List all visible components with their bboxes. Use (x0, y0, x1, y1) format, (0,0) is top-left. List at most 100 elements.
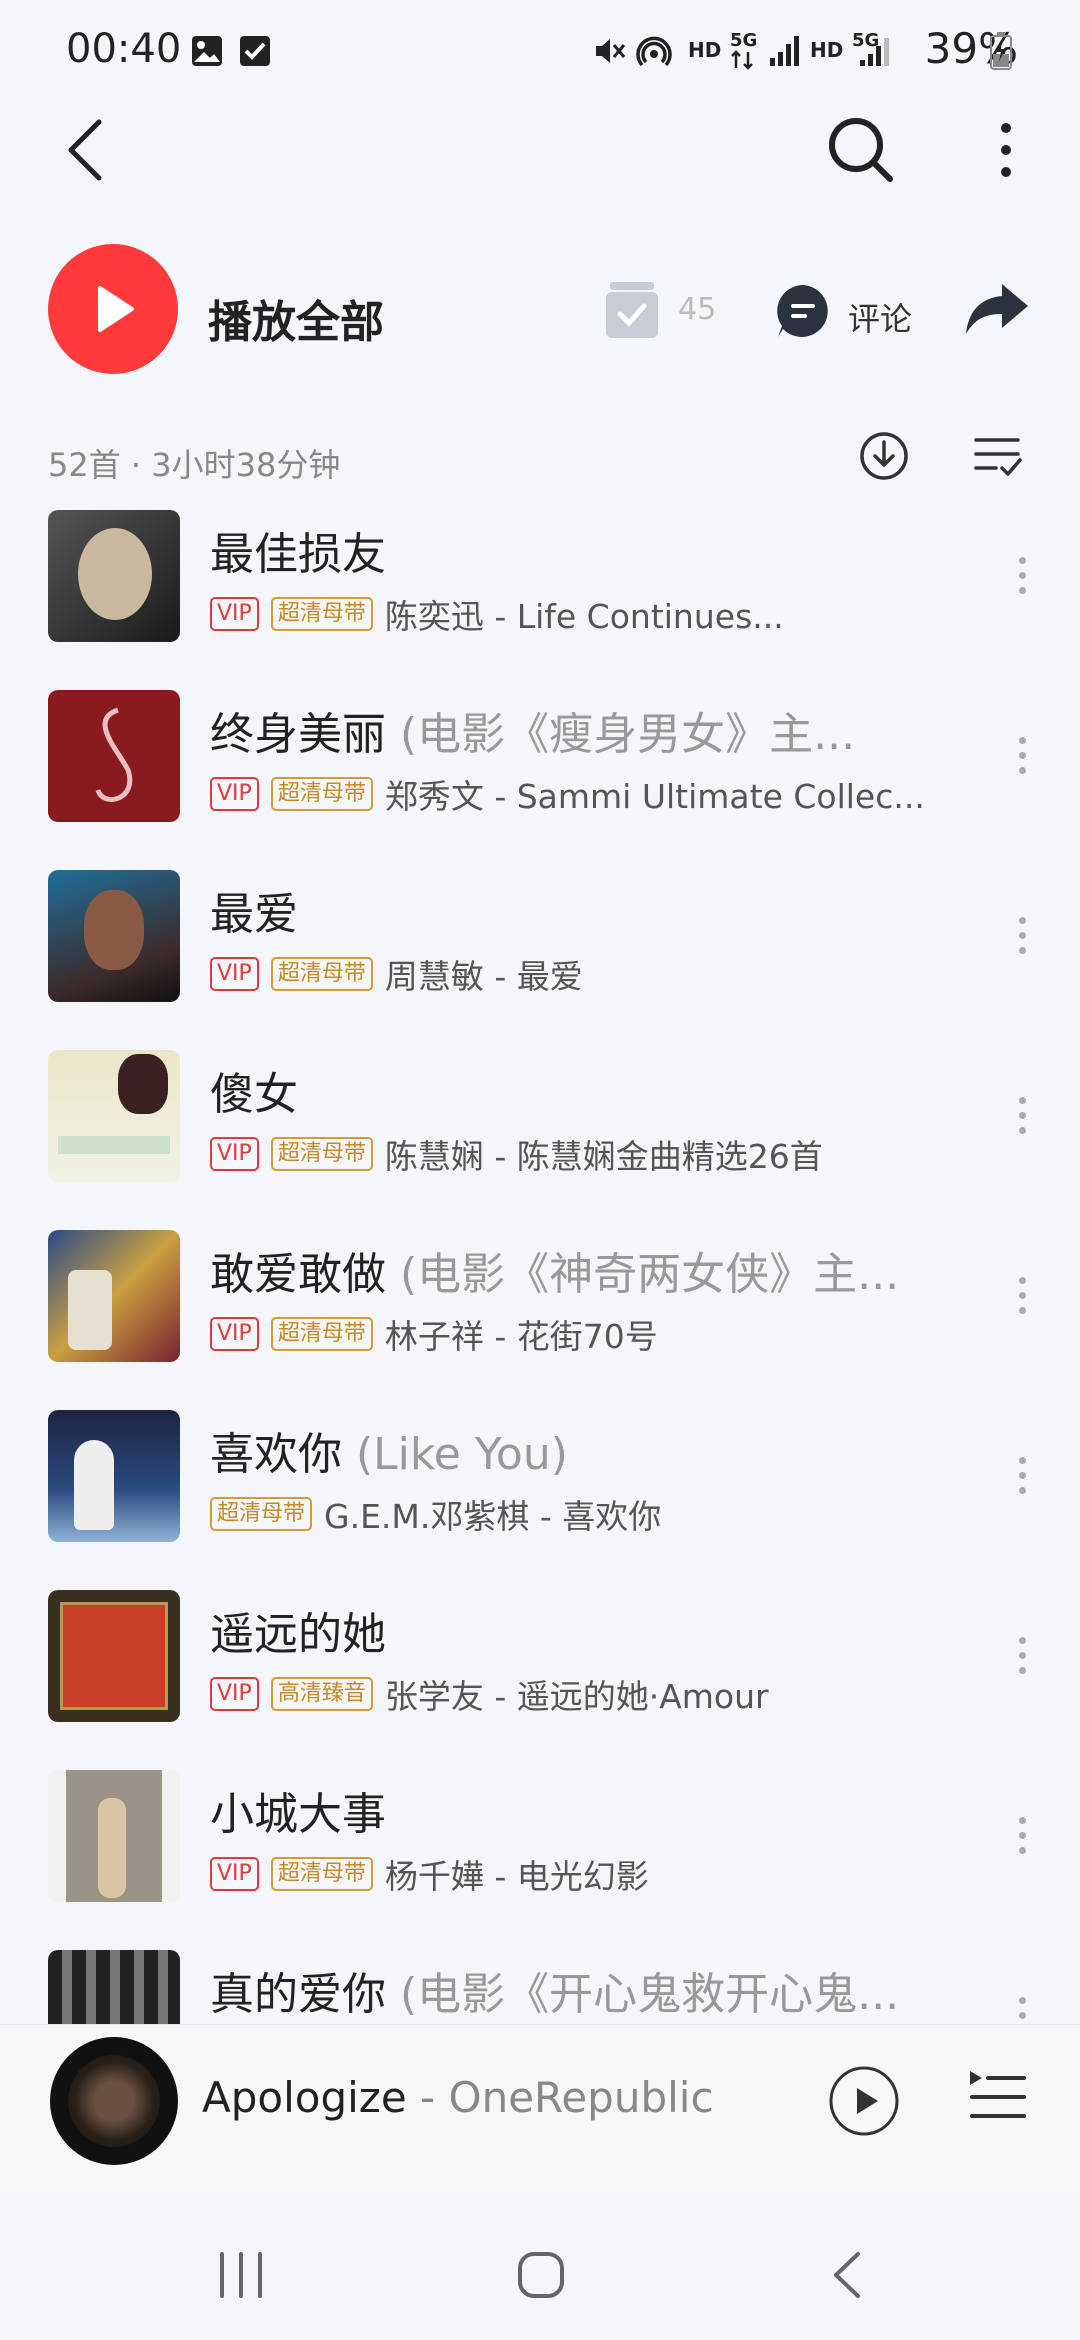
share-icon[interactable] (964, 282, 1030, 336)
song-title: 真的爱你 (电影《开心鬼救开心鬼... (210, 1969, 900, 2020)
back-icon (68, 119, 102, 181)
home-icon[interactable] (516, 2250, 566, 2300)
song-title: 最爱 (210, 889, 298, 940)
song-title: 小城大事 (210, 1789, 386, 1840)
quality-tag: 超清母带 (270, 957, 373, 991)
song-meta: VIP 超清母带 周慧敏 - 最爱 (210, 950, 930, 998)
vip-tag: VIP (210, 597, 259, 631)
collect-count: 45 (678, 292, 717, 327)
play-all-label[interactable]: 播放全部 (208, 286, 384, 350)
song-meta: VIP 超清母带 陈奕迅 - Life Continues... (210, 590, 930, 638)
more-options-icon[interactable] (1002, 720, 1042, 790)
song-row[interactable]: 最佳损友 VIP 超清母带 陈奕迅 - Life Continues... (0, 496, 1080, 676)
song-artist: 周慧敏 - 最爱 (384, 957, 583, 996)
playlist-queue-icon[interactable] (968, 2069, 1028, 2125)
quality-tag: 超清母带 (270, 1137, 373, 1171)
back-button[interactable] (40, 100, 130, 200)
hd-label: HD (688, 38, 722, 62)
vip-tag: VIP (210, 1317, 259, 1351)
song-row[interactable]: 最爱 VIP 超清母带 周慧敏 - 最爱 (0, 856, 1080, 1036)
quality-tag: 超清母带 (270, 777, 373, 811)
vip-tag: VIP (210, 1857, 259, 1891)
song-artist: 郑秀文 - Sammi Ultimate Collec... (384, 777, 925, 816)
song-meta: VIP 高清臻音 张学友 - 遥远的她·Amour (210, 1670, 930, 1718)
status-time: 00:40 (66, 26, 182, 72)
song-artist: G.E.M.邓紫棋 - 喜欢你 (324, 1497, 662, 1536)
hd-label-2: HD (810, 38, 844, 62)
signal-icon (770, 36, 799, 66)
search-button[interactable] (816, 100, 906, 200)
image-icon (192, 36, 222, 66)
song-title: 敢爱敢做 (电影《神奇两女侠》主... (210, 1249, 900, 1300)
album-cover (48, 1230, 180, 1362)
collect-icon[interactable] (604, 280, 660, 340)
mute-icon (596, 39, 626, 63)
song-artist: 陈慧娴 - 陈慧娴金曲精选26首 (384, 1137, 823, 1176)
album-cover (48, 1590, 180, 1722)
song-row[interactable]: 终身美丽 (电影《瘦身男女》主... VIP 超清母带 郑秀文 - Sammi … (0, 676, 1080, 856)
album-cover (48, 870, 180, 1002)
play-icon (98, 286, 134, 332)
quality-tag: 超清母带 (270, 597, 373, 631)
song-title: 最佳损友 (210, 529, 386, 580)
song-meta: VIP 超清母带 林子祥 - 花街70号 (210, 1310, 930, 1358)
quality-tag: 高清臻音 (270, 1677, 373, 1711)
song-artist: 陈奕迅 - Life Continues... (384, 597, 784, 636)
hotspot-icon (636, 36, 672, 67)
5g-label: 5G (730, 30, 758, 51)
more-options-icon[interactable] (1002, 1080, 1042, 1150)
more-options-icon[interactable] (1002, 1440, 1042, 1510)
vip-tag: VIP (210, 1137, 259, 1171)
quality-tag: 超清母带 (210, 1497, 313, 1531)
song-row[interactable]: 遥远的她 VIP 高清臻音 张学友 - 遥远的她·Amour (0, 1576, 1080, 1756)
album-cover (48, 510, 180, 642)
more-options-icon[interactable] (1002, 900, 1042, 970)
more-icon (1001, 123, 1011, 177)
song-artist: 杨千嬅 - 电光幻影 (384, 1857, 649, 1896)
album-cover (48, 690, 180, 822)
comment-icon[interactable] (774, 282, 832, 340)
now-playing-title: Apologize - OneRepublic (202, 2073, 714, 2122)
song-title: 傻女 (210, 1069, 298, 1120)
comment-label[interactable]: 评论 (848, 294, 912, 340)
more-button[interactable] (966, 100, 1046, 200)
more-options-icon[interactable] (1002, 540, 1042, 610)
album-cover (48, 1410, 180, 1542)
song-artist: 张学友 - 遥远的她·Amour (384, 1677, 769, 1716)
song-title: 遥远的她 (210, 1609, 386, 1660)
more-options-icon[interactable] (1002, 1620, 1042, 1690)
song-row[interactable]: 敢爱敢做 (电影《神奇两女侠》主... VIP 超清母带 林子祥 - 花街70号 (0, 1216, 1080, 1396)
song-title: 终身美丽 (电影《瘦身男女》主... (210, 709, 856, 760)
album-cover (48, 1770, 180, 1902)
search-icon (829, 118, 893, 182)
playlist-summary: 52首 · 3小时38分钟 (48, 446, 341, 484)
song-row[interactable]: 小城大事 VIP 超清母带 杨千嬅 - 电光幻影 (0, 1756, 1080, 1936)
song-artist: 林子祥 - 花街70号 (384, 1317, 658, 1356)
status-bar: 00:40 HD 5G HD 5G 39% (0, 0, 1080, 100)
recent-apps-icon[interactable] (216, 2250, 266, 2300)
now-playing-disc[interactable] (50, 2037, 178, 2165)
download-icon[interactable] (858, 430, 910, 482)
system-navigation-bar (0, 2200, 1080, 2340)
checkbox-icon (240, 36, 270, 66)
quality-tag: 超清母带 (270, 1857, 373, 1891)
song-title: 喜欢你 (Like You) (210, 1429, 568, 1480)
battery-icon (990, 32, 1012, 70)
vip-tag: VIP (210, 1677, 259, 1711)
5g-signal-icon (860, 38, 889, 66)
nav-back-icon[interactable] (826, 2250, 866, 2300)
multi-select-icon[interactable] (974, 436, 1022, 478)
play-pause-icon[interactable] (828, 2065, 900, 2137)
data-arrows-icon (731, 50, 753, 70)
song-meta: 超清母带 G.E.M.邓紫棋 - 喜欢你 (210, 1490, 930, 1538)
more-options-icon[interactable] (1002, 1260, 1042, 1330)
more-options-icon[interactable] (1002, 1800, 1042, 1870)
play-all-button[interactable] (48, 244, 178, 374)
song-meta: VIP 超清母带 杨千嬅 - 电光幻影 (210, 1850, 930, 1898)
mini-player[interactable]: Apologize - OneRepublic (0, 2024, 1080, 2195)
song-row[interactable]: 傻女 VIP 超清母带 陈慧娴 - 陈慧娴金曲精选26首 (0, 1036, 1080, 1216)
song-meta: VIP 超清母带 陈慧娴 - 陈慧娴金曲精选26首 (210, 1130, 930, 1178)
song-row[interactable]: 喜欢你 (Like You) 超清母带 G.E.M.邓紫棋 - 喜欢你 (0, 1396, 1080, 1576)
quality-tag: 超清母带 (270, 1317, 373, 1351)
vip-tag: VIP (210, 957, 259, 991)
